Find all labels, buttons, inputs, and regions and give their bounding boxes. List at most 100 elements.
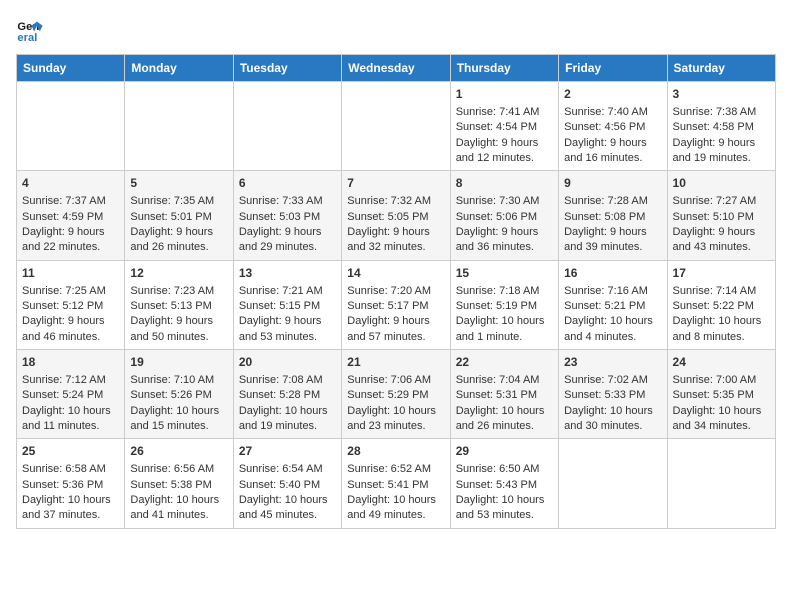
day-number: 12: [130, 265, 227, 282]
cell-content: Daylight: 10 hours: [22, 493, 119, 508]
cell-content: and 37 minutes.: [22, 508, 119, 523]
cell-content: Daylight: 10 hours: [130, 493, 227, 508]
cell-content: Daylight: 10 hours: [130, 404, 227, 419]
day-number: 22: [456, 354, 553, 371]
cell-content: and 8 minutes.: [673, 330, 770, 345]
cell-content: Sunrise: 7:14 AM: [673, 284, 770, 299]
cell-content: and 36 minutes.: [456, 240, 553, 255]
day-number: 9: [564, 175, 661, 192]
cell-content: Daylight: 9 hours: [673, 136, 770, 151]
cell-content: Sunset: 5:13 PM: [130, 299, 227, 314]
cell-content: Sunset: 5:38 PM: [130, 478, 227, 493]
day-number: 29: [456, 443, 553, 460]
cell-content: Sunset: 4:56 PM: [564, 120, 661, 135]
header-cell-monday: Monday: [125, 55, 233, 82]
cell-content: Sunset: 5:29 PM: [347, 388, 444, 403]
cell-content: Sunset: 5:35 PM: [673, 388, 770, 403]
svg-text:eral: eral: [17, 32, 37, 44]
cell-content: and 1 minute.: [456, 330, 553, 345]
cell-content: Sunrise: 7:08 AM: [239, 373, 336, 388]
cell-content: Sunset: 5:28 PM: [239, 388, 336, 403]
calendar-cell: 24Sunrise: 7:00 AMSunset: 5:35 PMDayligh…: [667, 350, 775, 439]
cell-content: Sunrise: 7:33 AM: [239, 194, 336, 209]
calendar-cell: 26 Sunrise: 6:56 AMSunset: 5:38 PMDayligh…: [125, 439, 233, 528]
cell-content: Sunrise: 7:25 AM: [22, 284, 119, 299]
calendar-cell: 17Sunrise: 7:14 AMSunset: 5:22 PMDayligh…: [667, 260, 775, 349]
week-row-4: 18Sunrise: 7:12 AMSunset: 5:24 PMDayligh…: [17, 350, 776, 439]
calendar-cell: 7Sunrise: 7:32 AMSunset: 5:05 PMDaylight…: [342, 171, 450, 260]
cell-content: Sunrise: 7:10 AM: [130, 373, 227, 388]
cell-content: and 26 minutes.: [456, 419, 553, 434]
calendar-cell: [342, 82, 450, 171]
cell-content: Sunset: 5:19 PM: [456, 299, 553, 314]
cell-content: and 57 minutes.: [347, 330, 444, 345]
cell-content: Daylight: 10 hours: [456, 404, 553, 419]
cell-content: Daylight: 9 hours: [239, 225, 336, 240]
day-number: 4: [22, 175, 119, 192]
cell-content: Sunset: 5:24 PM: [22, 388, 119, 403]
day-number: 10: [673, 175, 770, 192]
cell-content: Sunset: 5:26 PM: [130, 388, 227, 403]
cell-content: Sunset: 4:58 PM: [673, 120, 770, 135]
day-number: 5: [130, 175, 227, 192]
day-number: 19: [130, 354, 227, 371]
cell-content: Daylight: 9 hours: [456, 136, 553, 151]
cell-content: and 26 minutes.: [130, 240, 227, 255]
cell-content: and 32 minutes.: [347, 240, 444, 255]
cell-content: Sunset: 5:31 PM: [456, 388, 553, 403]
cell-content: and 23 minutes.: [347, 419, 444, 434]
cell-content: and 49 minutes.: [347, 508, 444, 523]
header-cell-wednesday: Wednesday: [342, 55, 450, 82]
cell-content: Sunset: 5:40 PM: [239, 478, 336, 493]
cell-content: Sunset: 4:59 PM: [22, 210, 119, 225]
cell-content: Daylight: 9 hours: [564, 136, 661, 151]
day-number: 16: [564, 265, 661, 282]
cell-content: Sunset: 5:03 PM: [239, 210, 336, 225]
calendar-cell: 3Sunrise: 7:38 AMSunset: 4:58 PMDaylight…: [667, 82, 775, 171]
cell-content: Daylight: 10 hours: [22, 404, 119, 419]
day-number: 17: [673, 265, 770, 282]
calendar-cell: 4Sunrise: 7:37 AMSunset: 4:59 PMDaylight…: [17, 171, 125, 260]
day-number: 28: [347, 443, 444, 460]
cell-content: and 19 minutes.: [239, 419, 336, 434]
calendar-cell: 16Sunrise: 7:16 AMSunset: 5:21 PMDayligh…: [559, 260, 667, 349]
day-number: 15: [456, 265, 553, 282]
cell-content: Daylight: 9 hours: [130, 314, 227, 329]
cell-content: Sunset: 5:06 PM: [456, 210, 553, 225]
day-number: 14: [347, 265, 444, 282]
cell-content: and 19 minutes.: [673, 151, 770, 166]
cell-content: Sunrise: 7:16 AM: [564, 284, 661, 299]
calendar-cell: 28Sunrise: 6:52 AMSunset: 5:41 PMDayligh…: [342, 439, 450, 528]
calendar-cell: 5Sunrise: 7:35 AMSunset: 5:01 PMDaylight…: [125, 171, 233, 260]
cell-content: Sunset: 5:36 PM: [22, 478, 119, 493]
cell-content: Daylight: 10 hours: [347, 493, 444, 508]
cell-content: and 4 minutes.: [564, 330, 661, 345]
logo-icon: Gen eral: [16, 16, 44, 44]
cell-content: Sunrise: 6:52 AM: [347, 462, 444, 477]
calendar-cell: 12Sunrise: 7:23 AMSunset: 5:13 PMDayligh…: [125, 260, 233, 349]
day-number: 24: [673, 354, 770, 371]
day-number: 1: [456, 86, 553, 103]
day-number: 26: [130, 443, 227, 460]
header-cell-friday: Friday: [559, 55, 667, 82]
cell-content: Sunrise: 6:50 AM: [456, 462, 553, 477]
cell-content: and 15 minutes.: [130, 419, 227, 434]
calendar-cell: 6 Sunrise: 7:33 AMSunset: 5:03 PMDaylight…: [233, 171, 341, 260]
cell-content: Sunrise: 7:12 AM: [22, 373, 119, 388]
cell-content: Daylight: 10 hours: [564, 404, 661, 419]
header: Gen eral: [16, 16, 776, 44]
cell-content: Sunrise: 7:41 AM: [456, 105, 553, 120]
cell-content: Sunrise: 7:37 AM: [22, 194, 119, 209]
calendar-cell: [559, 439, 667, 528]
calendar-cell: 23Sunrise: 7:02 AMSunset: 5:33 PMDayligh…: [559, 350, 667, 439]
calendar-cell: [17, 82, 125, 171]
cell-content: Sunrise: 6:56 AM: [130, 462, 227, 477]
cell-content: Daylight: 9 hours: [347, 225, 444, 240]
calendar-cell: [667, 439, 775, 528]
day-number: 6: [239, 175, 336, 192]
calendar-cell: 11Sunrise: 7:25 AMSunset: 5:12 PMDayligh…: [17, 260, 125, 349]
cell-content: Sunset: 5:05 PM: [347, 210, 444, 225]
cell-content: Sunset: 5:12 PM: [22, 299, 119, 314]
day-number: 13: [239, 265, 336, 282]
calendar-cell: 22Sunrise: 7:04 AMSunset: 5:31 PMDayligh…: [450, 350, 558, 439]
